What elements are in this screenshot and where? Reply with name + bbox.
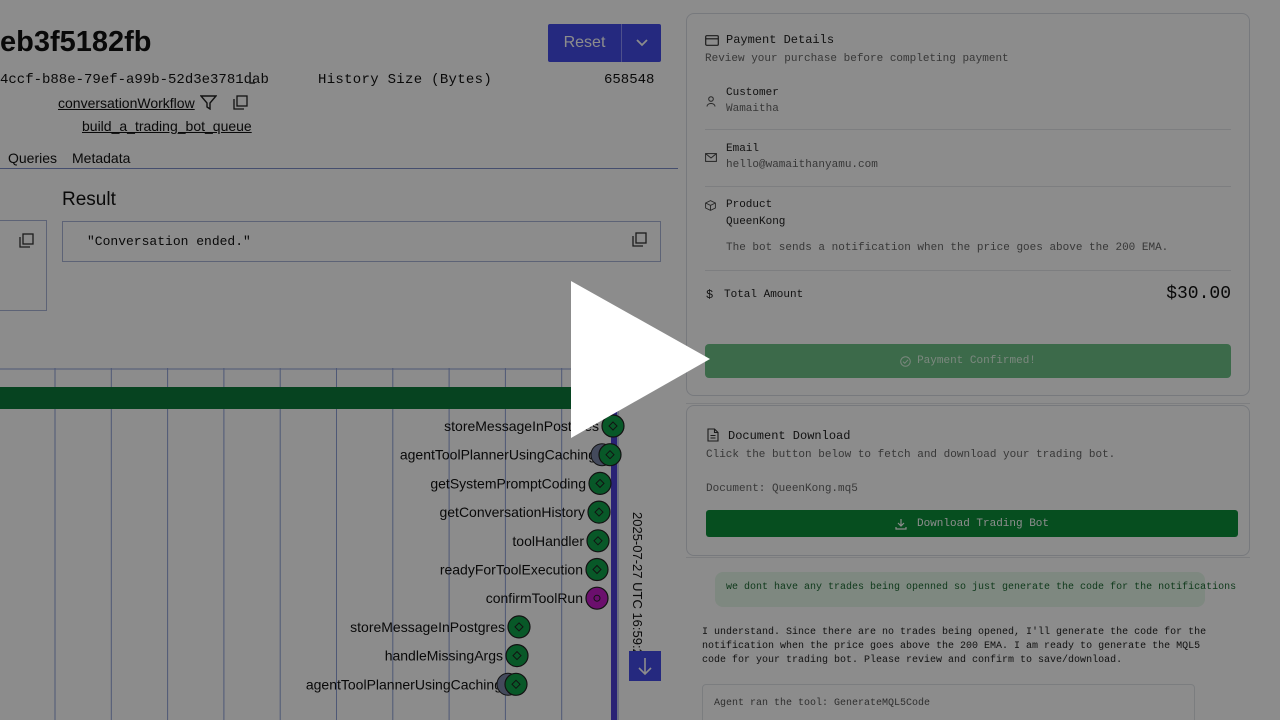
user-icon [706, 96, 716, 107]
download-trading-bot-button[interactable]: Download Trading Bot [706, 510, 1238, 537]
copy-run-id-icon[interactable] [249, 71, 257, 88]
activity-event-marker[interactable] [504, 672, 528, 696]
total-amount: $30.00 [1166, 284, 1231, 304]
divider [705, 270, 1231, 271]
timeline-event-label: handleMissingArgs [385, 648, 503, 664]
run-id: 4ccf-b88e-79ef-a99b-52d3e3781dab [0, 72, 269, 88]
workflow-duration-bar [0, 387, 612, 409]
result-value: "Conversation ended." [87, 234, 251, 249]
payment-details-card: Payment Details Review your purchase bef… [686, 13, 1250, 396]
task-queue-link[interactable]: build_a_trading_bot_queue [82, 118, 252, 134]
timeline-event-label: getConversationHistory [439, 504, 585, 520]
activity-event-marker[interactable] [505, 644, 529, 668]
result-heading: Result [62, 189, 116, 210]
payment-confirmed-label: Payment Confirmed! [917, 355, 1036, 367]
divider [686, 557, 1250, 558]
customer-label: Customer [726, 87, 779, 99]
copy-input-icon[interactable] [19, 233, 34, 253]
product-value: QueenKong [726, 216, 786, 228]
timeline-date-label: 2025-07-27 UTC 16:59:2 [630, 512, 645, 656]
timeline-event-label: agentToolPlannerUsingCaching [400, 447, 596, 463]
play-button[interactable] [565, 280, 715, 440]
activity-event-marker[interactable] [507, 615, 531, 639]
payment-title: Payment Details [726, 33, 835, 47]
credit-card-icon [705, 35, 719, 46]
document-file-name: Document: QueenKong.mq5 [706, 483, 858, 495]
tabs-divider [0, 168, 678, 169]
tool-run-label: Agent ran the tool: GenerateMQL5Code [714, 698, 931, 709]
document-subtitle: Click the button below to fetch and down… [706, 449, 1116, 461]
timeline-event-label: toolHandler [512, 533, 584, 549]
result-box: "Conversation ended." [62, 221, 661, 262]
download-icon [895, 518, 907, 530]
document-title: Document Download [728, 429, 851, 443]
check-circle-icon [900, 355, 911, 367]
reset-button[interactable]: Reset [548, 24, 621, 62]
activity-event-marker[interactable] [588, 471, 612, 496]
divider [705, 129, 1231, 130]
activity-event-marker[interactable] [587, 500, 611, 524]
email-label: Email [726, 143, 760, 155]
activity-event-marker[interactable] [585, 557, 609, 582]
workflow-type-link[interactable]: conversationWorkflow [58, 95, 195, 111]
tab-queries[interactable]: Queries [8, 150, 57, 166]
activity-event-marker[interactable] [598, 443, 622, 467]
user-message-bubble: we dont have any trades being openned so… [715, 572, 1236, 607]
timeline-event-label: readyForToolExecution [440, 562, 583, 578]
timeline-event-label: confirmToolRun [486, 590, 583, 606]
package-icon [705, 200, 716, 211]
tool-run-notice: Agent ran the tool: GenerateMQL5Code [702, 684, 1195, 720]
product-description: The bot sends a notification when the pr… [726, 242, 1169, 254]
signal-event-marker[interactable] [585, 586, 609, 610]
history-size-label: History Size (Bytes) [318, 72, 493, 88]
timeline-event-label: getSystemPromptCoding [430, 475, 586, 491]
tab-metadata[interactable]: Metadata [72, 150, 130, 166]
total-label: Total Amount [724, 289, 804, 301]
download-button-label: Download Trading Bot [916, 517, 1050, 530]
timeline-event-label: agentToolPlannerUsingCaching [306, 676, 502, 692]
email-value: hello@wamaithanyamu.com [726, 159, 878, 171]
workflow-id-title: eb3f5182fb [0, 26, 152, 58]
filter-icon[interactable] [199, 95, 218, 115]
payment-subtitle: Review your purchase before completing p… [705, 53, 1009, 65]
divider [705, 186, 1231, 187]
copy-workflow-type-icon[interactable] [233, 95, 248, 115]
product-label: Product [726, 199, 773, 211]
timeline-event-label: storeMessageInPostgres [350, 619, 505, 635]
reset-dropdown-button[interactable] [621, 24, 661, 62]
copy-result-icon[interactable] [632, 232, 647, 252]
mail-icon [705, 153, 717, 162]
customer-value: Wamaitha [726, 103, 779, 115]
agent-message: I understand. Since there are no trades … [702, 627, 1207, 666]
history-size-value: 658548 [604, 72, 655, 88]
activity-event-marker[interactable] [586, 529, 610, 553]
chat-pane: Payment Details Review your purchase bef… [678, 0, 1280, 720]
payment-confirmed-button: Payment Confirmed! [705, 344, 1231, 378]
chevron-down-icon [635, 39, 648, 47]
divider [686, 403, 1250, 404]
document-download-card: Document Download Click the button below… [686, 405, 1250, 556]
play-icon [571, 281, 710, 438]
